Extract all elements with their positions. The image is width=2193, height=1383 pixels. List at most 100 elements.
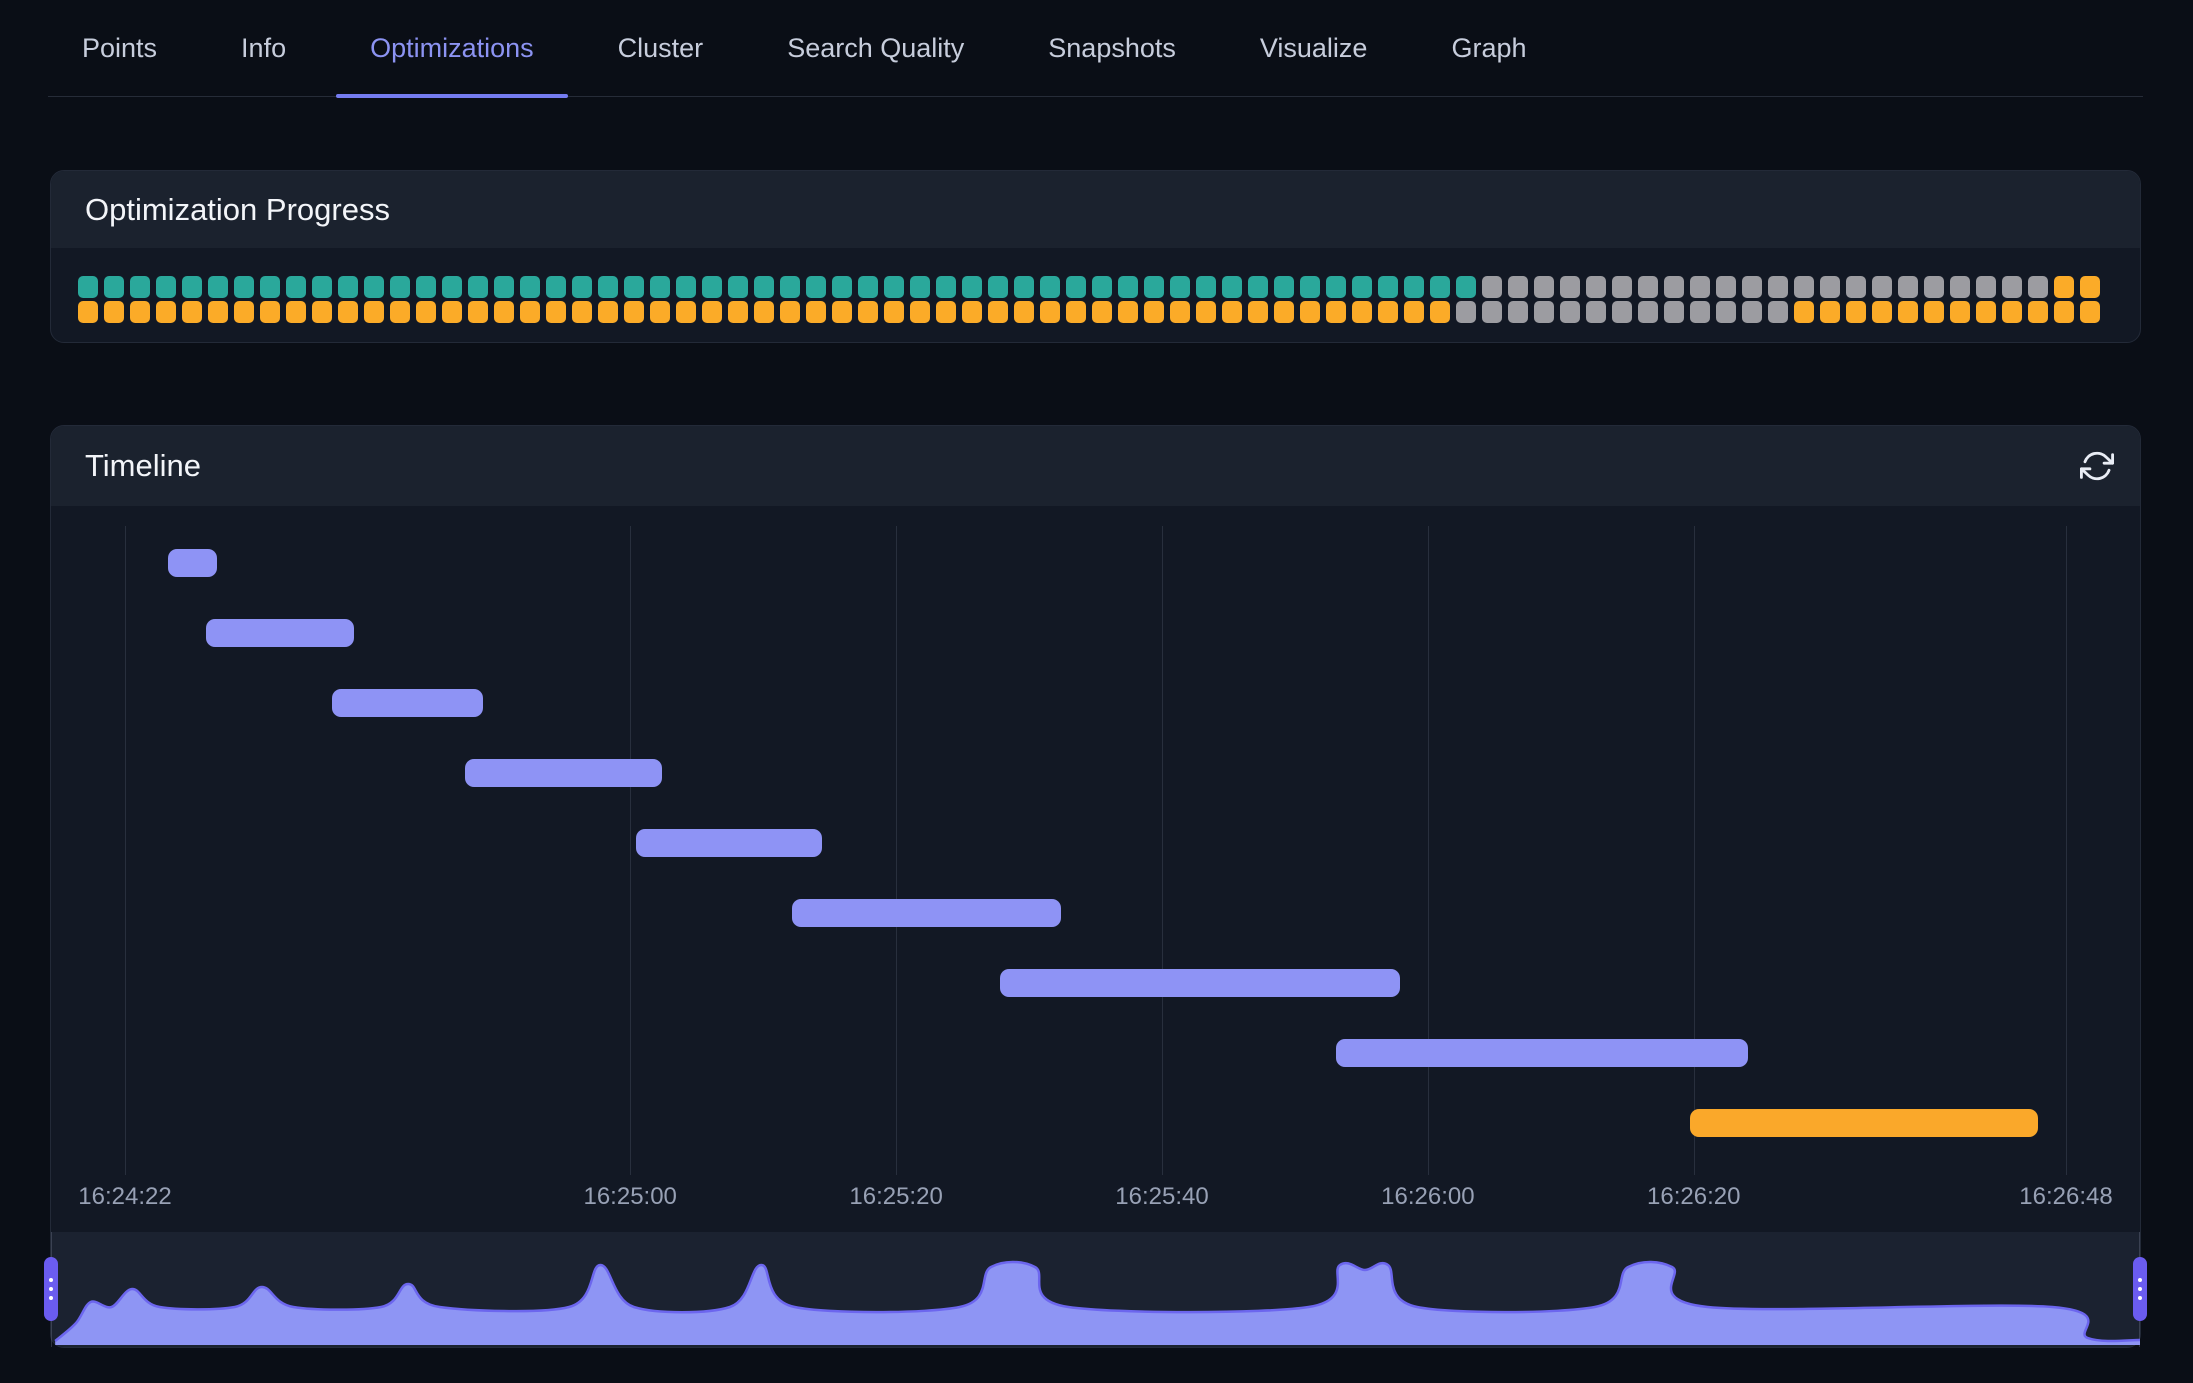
brush-handle-right[interactable] xyxy=(2133,1257,2147,1321)
progress-square-gray xyxy=(1560,276,1580,298)
gantt-bar-2-purple[interactable] xyxy=(206,619,354,647)
progress-square-teal xyxy=(546,276,566,298)
progress-square-orange xyxy=(442,301,462,323)
gantt-bar-7-purple[interactable] xyxy=(1000,969,1400,997)
progress-square-orange xyxy=(468,301,488,323)
progress-square-teal xyxy=(1430,276,1450,298)
progress-square-teal xyxy=(1040,276,1060,298)
tab-graph[interactable]: Graph xyxy=(1417,0,1560,96)
progress-square-teal xyxy=(1118,276,1138,298)
progress-square-orange xyxy=(520,301,540,323)
progress-square-gray xyxy=(1742,301,1762,323)
gantt-bar-9-orange[interactable] xyxy=(1690,1109,2038,1137)
tab-points[interactable]: Points xyxy=(48,0,191,96)
brush-handle-left[interactable] xyxy=(44,1257,58,1321)
progress-square-gray xyxy=(1612,301,1632,323)
tab-snapshots[interactable]: Snapshots xyxy=(1014,0,1210,96)
progress-square-teal xyxy=(130,276,150,298)
progress-square-orange xyxy=(1976,301,1996,323)
progress-square-teal xyxy=(1170,276,1190,298)
gridline xyxy=(1162,526,1163,1175)
gantt-bar-3-purple[interactable] xyxy=(332,689,482,717)
progress-square-orange xyxy=(832,301,852,323)
progress-square-orange xyxy=(260,301,280,323)
progress-square-teal xyxy=(1378,276,1398,298)
progress-square-teal xyxy=(520,276,540,298)
axis-tick-label: 16:26:00 xyxy=(1381,1183,1474,1211)
gridline xyxy=(1694,526,1695,1175)
progress-square-orange xyxy=(494,301,514,323)
progress-square-teal xyxy=(1300,276,1320,298)
progress-square-gray xyxy=(1664,276,1684,298)
progress-square-gray xyxy=(1768,276,1788,298)
progress-square-orange xyxy=(806,301,826,323)
progress-square-orange xyxy=(1950,301,1970,323)
progress-square-teal xyxy=(1404,276,1424,298)
progress-square-gray xyxy=(1846,276,1866,298)
gantt-bar-4-purple[interactable] xyxy=(465,759,662,787)
progress-square-teal xyxy=(754,276,774,298)
progress-square-teal xyxy=(1222,276,1242,298)
gantt-bar-6-purple[interactable] xyxy=(792,899,1061,927)
progress-square-orange xyxy=(780,301,800,323)
progress-square-orange xyxy=(1430,301,1450,323)
progress-square-teal xyxy=(832,276,852,298)
progress-square-teal xyxy=(1326,276,1346,298)
progress-square-orange xyxy=(364,301,384,323)
progress-square-orange xyxy=(2028,301,2048,323)
progress-square-gray xyxy=(1820,276,1840,298)
progress-square-orange xyxy=(1066,301,1086,323)
progress-square-orange xyxy=(390,301,410,323)
progress-square-teal xyxy=(624,276,644,298)
progress-square-orange xyxy=(572,301,592,323)
progress-square-gray xyxy=(1924,276,1944,298)
progress-square-orange xyxy=(1040,301,1060,323)
refresh-button[interactable] xyxy=(2078,447,2116,485)
progress-square-orange xyxy=(936,301,956,323)
progress-square-gray xyxy=(1716,301,1736,323)
timeline-minimap-brush[interactable] xyxy=(51,1232,2140,1347)
progress-square-orange xyxy=(1170,301,1190,323)
progress-square-orange xyxy=(1794,301,1814,323)
progress-row-2 xyxy=(78,301,2113,323)
progress-square-teal xyxy=(234,276,254,298)
tab-cluster[interactable]: Cluster xyxy=(584,0,738,96)
top-tab-bar: PointsInfoOptimizationsClusterSearch Qua… xyxy=(48,0,2143,97)
progress-square-orange xyxy=(78,301,98,323)
progress-square-teal xyxy=(650,276,670,298)
tab-info[interactable]: Info xyxy=(207,0,320,96)
progress-square-gray xyxy=(1950,276,1970,298)
tab-search-quality[interactable]: Search Quality xyxy=(753,0,998,96)
progress-square-teal xyxy=(208,276,228,298)
progress-square-orange xyxy=(988,301,1008,323)
gantt-bar-1-purple[interactable] xyxy=(168,549,217,577)
progress-square-orange xyxy=(728,301,748,323)
progress-square-gray xyxy=(1898,276,1918,298)
time-axis: 16:24:2216:25:0016:25:2016:25:4016:26:00… xyxy=(125,1173,2066,1221)
progress-square-gray xyxy=(1586,301,1606,323)
progress-square-gray xyxy=(1768,301,1788,323)
tab-visualize[interactable]: Visualize xyxy=(1226,0,1402,96)
progress-square-orange xyxy=(156,301,176,323)
gantt-bar-5-purple[interactable] xyxy=(636,829,822,857)
progress-square-gray xyxy=(2028,276,2048,298)
tab-optimizations[interactable]: Optimizations xyxy=(336,0,568,96)
progress-square-teal xyxy=(442,276,462,298)
gantt-bar-8-purple[interactable] xyxy=(1336,1039,1748,1067)
progress-square-teal xyxy=(702,276,722,298)
progress-square-orange xyxy=(1846,301,1866,323)
progress-square-teal xyxy=(1066,276,1086,298)
gridline xyxy=(2066,526,2067,1175)
progress-square-teal xyxy=(676,276,696,298)
progress-square-teal xyxy=(1248,276,1268,298)
progress-square-orange xyxy=(1300,301,1320,323)
progress-square-orange xyxy=(2054,276,2074,298)
progress-square-orange xyxy=(416,301,436,323)
progress-square-orange xyxy=(1144,301,1164,323)
progress-square-orange xyxy=(1196,301,1216,323)
axis-tick-label: 16:24:22 xyxy=(78,1183,171,1211)
progress-square-gray xyxy=(1482,276,1502,298)
optimization-progress-header: Optimization Progress xyxy=(51,171,2140,248)
progress-square-teal xyxy=(338,276,358,298)
progress-square-gray xyxy=(1664,301,1684,323)
